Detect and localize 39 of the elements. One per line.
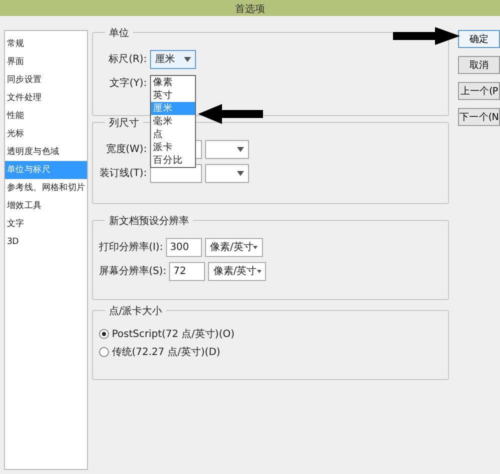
menu-item[interactable]: 派卡 bbox=[150, 141, 195, 154]
dialog-button[interactable]: 确定 bbox=[458, 30, 500, 48]
field-label: 文字(Y): bbox=[108, 76, 147, 90]
input-field[interactable]: 72 bbox=[169, 262, 206, 280]
dropdown[interactable]: 厘米 bbox=[150, 50, 196, 68]
group-title: 列尺寸 bbox=[104, 116, 143, 130]
window-title: 首选项 bbox=[235, 4, 265, 16]
menu-item[interactable]: 百分比 bbox=[150, 154, 195, 167]
radio-label: PostScript(72 点/英寸)(O) bbox=[112, 328, 234, 341]
dialog-button[interactable]: 上一个(P bbox=[458, 82, 500, 100]
category-item[interactable]: 界面 bbox=[5, 53, 87, 71]
menu-item[interactable]: 毫米 bbox=[150, 115, 195, 128]
group-title: 点/派卡大小 bbox=[104, 304, 166, 318]
field-label: 宽度(W): bbox=[104, 142, 147, 156]
category-item[interactable]: 文件处理 bbox=[5, 89, 87, 107]
field-label: 屏幕分辨率(S): bbox=[98, 264, 166, 278]
group-title: 单位 bbox=[104, 26, 133, 40]
dialog-button[interactable]: 下一个(N bbox=[458, 108, 500, 126]
radio-label: 传统(72.27 点/英寸)(D) bbox=[112, 346, 220, 359]
category-item[interactable]: 增效工具 bbox=[5, 197, 87, 215]
field-label: 打印分辨率(I): bbox=[98, 240, 163, 254]
category-item[interactable]: 文字 bbox=[5, 215, 87, 233]
menu-item[interactable]: 像素 bbox=[150, 76, 195, 89]
field-label: 装订线(T): bbox=[98, 166, 147, 180]
input-field[interactable]: 300 bbox=[166, 238, 202, 256]
category-item[interactable]: 光标 bbox=[5, 125, 87, 143]
category-item[interactable]: 性能 bbox=[5, 107, 87, 125]
dropdown[interactable]: 像素/英寸 bbox=[204, 238, 263, 256]
category-item[interactable]: 3D bbox=[5, 233, 87, 251]
dialog-button[interactable]: 取消 bbox=[458, 56, 500, 74]
category-item[interactable]: 同步设置 bbox=[5, 71, 87, 89]
category-item[interactable]: 透明度与色域 bbox=[5, 143, 87, 161]
category-item[interactable]: 参考线、网格和切片 bbox=[5, 179, 87, 197]
menu-item[interactable]: 英寸 bbox=[150, 89, 195, 102]
group-title: 新文档预设分辨率 bbox=[104, 214, 193, 228]
field-label: 标尺(R): bbox=[108, 52, 147, 66]
menu-item[interactable]: 点 bbox=[150, 128, 195, 141]
category-item[interactable]: 常规 bbox=[5, 35, 87, 53]
dropdown[interactable]: 像素/英寸 bbox=[208, 262, 266, 280]
